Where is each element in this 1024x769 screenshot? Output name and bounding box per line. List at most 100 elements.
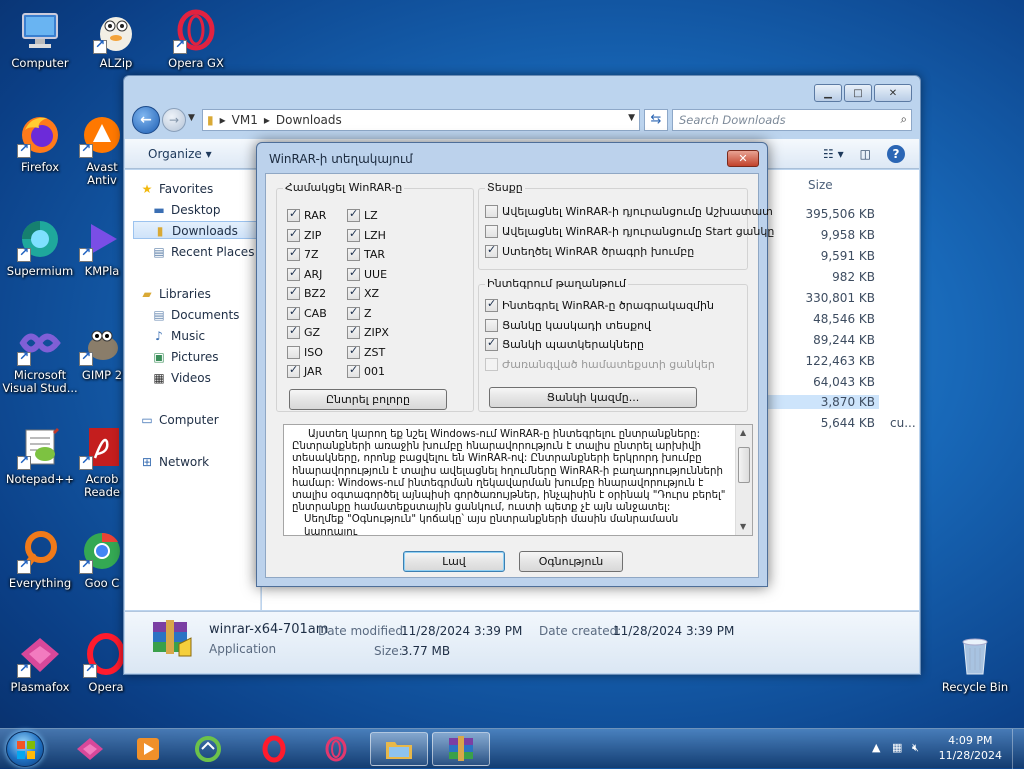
format-checkbox-zipx[interactable]: ZIPX bbox=[347, 324, 389, 339]
format-checkbox-uue[interactable]: UUE bbox=[347, 266, 387, 281]
nav-documents[interactable]: ▤ Documents bbox=[151, 306, 239, 324]
format-checkbox-cab[interactable]: CAB bbox=[287, 305, 327, 320]
taskbar-media-player[interactable] bbox=[120, 732, 176, 766]
nav-music[interactable]: ♪ Music bbox=[151, 327, 205, 345]
nav-recent-places[interactable]: ▤ Recent Places bbox=[151, 243, 254, 261]
format-checkbox-tar[interactable]: TAR bbox=[347, 246, 385, 261]
checkbox-checked-icon[interactable] bbox=[485, 336, 498, 351]
description-text-box[interactable]: Այստեղ կարող եք նշել Windows-ում WinRAR-… bbox=[283, 424, 753, 536]
ok-button[interactable]: Լավ bbox=[403, 551, 505, 572]
interface-option-2[interactable]: Ստեղծել WinRAR ծրագրի խումբը bbox=[485, 243, 694, 258]
desktop-icon-computer[interactable]: Computer bbox=[0, 8, 80, 70]
format-checkbox-7z[interactable]: 7Z bbox=[287, 246, 319, 261]
taskbar-opera-gx[interactable] bbox=[308, 732, 364, 766]
refresh-button[interactable]: ⇆ bbox=[644, 109, 668, 131]
desktop-icon-everything[interactable]: Everything bbox=[0, 528, 80, 590]
checkbox-checked-icon[interactable] bbox=[287, 285, 300, 300]
shell-option-1[interactable]: Ցանկը կասկադի տեսքով bbox=[485, 318, 651, 332]
column-header-size[interactable]: Size bbox=[808, 178, 833, 192]
address-bar[interactable]: ▮ ▸ VM1 ▸ Downloads ▼ bbox=[202, 109, 640, 131]
breadcrumb-vm1[interactable]: VM1 bbox=[232, 113, 258, 127]
desktop-icon-supermium[interactable]: Supermium bbox=[0, 216, 80, 278]
checkbox-checked-icon[interactable] bbox=[347, 266, 360, 281]
checkbox-unchecked-icon[interactable] bbox=[485, 205, 498, 218]
checkbox-unchecked-icon[interactable] bbox=[485, 225, 498, 238]
show-desktop-button[interactable] bbox=[1012, 729, 1024, 769]
nav-videos[interactable]: ▦ Videos bbox=[151, 369, 211, 387]
format-checkbox-lz[interactable]: LZ bbox=[347, 207, 378, 222]
checkbox-checked-icon[interactable] bbox=[287, 363, 300, 378]
interface-option-0[interactable]: Ավելացնել WinRAR-ի դյուրանցումը Աշխատատ bbox=[485, 205, 773, 218]
desktop-icon-opera-gx[interactable]: Opera GX bbox=[156, 8, 236, 70]
desktop-icon-notepadpp[interactable]: Notepad++ bbox=[0, 424, 80, 486]
checkbox-unchecked-icon[interactable] bbox=[287, 345, 300, 359]
shell-option-0[interactable]: Ինտեգրել WinRAR-ը ծրագրակազմին bbox=[485, 297, 714, 312]
forward-button[interactable]: → bbox=[162, 108, 186, 132]
checkbox-checked-icon[interactable] bbox=[347, 285, 360, 300]
preview-pane-icon[interactable]: ◫ bbox=[860, 147, 871, 161]
breadcrumb-downloads[interactable]: Downloads bbox=[276, 113, 342, 127]
format-checkbox-bz2[interactable]: BZ2 bbox=[287, 285, 326, 300]
format-checkbox-zst[interactable]: ZST bbox=[347, 344, 385, 359]
checkbox-checked-icon[interactable] bbox=[287, 246, 300, 261]
change-view-icon[interactable]: ☷ ▾ bbox=[823, 147, 844, 161]
checkbox-checked-icon[interactable] bbox=[287, 324, 300, 339]
maximize-button[interactable]: □ bbox=[844, 84, 872, 102]
format-checkbox-xz[interactable]: XZ bbox=[347, 285, 379, 300]
format-checkbox-gz[interactable]: GZ bbox=[287, 324, 320, 339]
desktop-icon-visual-studio[interactable]: Microsoft Visual Stud... bbox=[0, 320, 80, 395]
taskbar-plasmafox[interactable] bbox=[62, 732, 118, 766]
help-icon[interactable]: ? bbox=[887, 145, 905, 163]
checkbox-checked-icon[interactable] bbox=[287, 227, 300, 242]
nav-desktop[interactable]: ▬ Desktop bbox=[151, 201, 220, 219]
format-checkbox-jar[interactable]: JAR bbox=[287, 363, 322, 378]
scroll-down-icon[interactable]: ▼ bbox=[740, 521, 746, 533]
format-checkbox-001[interactable]: 001 bbox=[347, 363, 385, 378]
taskbar-qbittorrent[interactable] bbox=[180, 732, 236, 766]
interface-option-1[interactable]: Ավելացնել WinRAR-ի դյուրանցումը Start ցա… bbox=[485, 225, 774, 238]
format-checkbox-z[interactable]: Z bbox=[347, 305, 372, 320]
chevron-down-icon[interactable]: ▼ bbox=[628, 113, 635, 123]
desktop-icon-firefox[interactable]: Firefox bbox=[0, 112, 80, 174]
nav-computer[interactable]: ▭ Computer bbox=[139, 411, 218, 429]
taskbar-opera[interactable] bbox=[246, 732, 302, 766]
file-size-selected[interactable]: 3,870 KB bbox=[759, 395, 879, 409]
checkbox-checked-icon[interactable] bbox=[347, 207, 360, 222]
back-button[interactable]: ← bbox=[132, 106, 160, 134]
desktop-icon-recycle-bin[interactable]: Recycle Bin bbox=[935, 632, 1015, 694]
context-menu-items-button[interactable]: Ցանկի կազմը... bbox=[489, 387, 697, 408]
format-checkbox-iso[interactable]: ISO bbox=[287, 345, 323, 359]
scrollbar-thumb[interactable] bbox=[738, 447, 750, 483]
search-input[interactable]: Search Downloads ⌕ bbox=[672, 109, 912, 131]
checkbox-checked-icon[interactable] bbox=[347, 363, 360, 378]
taskbar-winrar-setup[interactable] bbox=[432, 732, 490, 766]
start-button[interactable] bbox=[6, 731, 44, 767]
desktop-icon-alzip[interactable]: ALZip bbox=[76, 8, 156, 70]
checkbox-checked-icon[interactable] bbox=[347, 246, 360, 261]
checkbox-checked-icon[interactable] bbox=[485, 297, 498, 312]
checkbox-checked-icon[interactable] bbox=[347, 344, 360, 359]
close-button[interactable]: ✕ bbox=[874, 84, 912, 102]
checkbox-checked-icon[interactable] bbox=[287, 207, 300, 222]
nav-libraries[interactable]: ▰ Libraries bbox=[139, 285, 210, 303]
checkbox-checked-icon[interactable] bbox=[287, 266, 300, 281]
nav-downloads[interactable]: ▮ Downloads bbox=[133, 221, 261, 239]
checkbox-checked-icon[interactable] bbox=[287, 305, 300, 320]
format-checkbox-arj[interactable]: ARJ bbox=[287, 266, 322, 281]
format-checkbox-zip[interactable]: ZIP bbox=[287, 227, 321, 242]
format-checkbox-rar[interactable]: RAR bbox=[287, 207, 326, 222]
volume-muted-icon[interactable]: 🔇︎ bbox=[912, 741, 919, 755]
nav-favorites[interactable]: ★ Favorites bbox=[139, 180, 214, 198]
help-button[interactable]: Օգնություն bbox=[519, 551, 623, 572]
checkbox-checked-icon[interactable] bbox=[347, 227, 360, 242]
clock[interactable]: 4:09 PM 11/28/2024 bbox=[939, 733, 1002, 763]
shell-option-2[interactable]: Ցանկի պատկերակները bbox=[485, 336, 644, 351]
select-all-button[interactable]: Ընտրել բոլորը bbox=[289, 389, 447, 410]
taskbar-file-explorer[interactable] bbox=[370, 732, 428, 766]
scroll-up-icon[interactable]: ▲ bbox=[740, 427, 746, 439]
description-scrollbar[interactable]: ▲ ▼ bbox=[735, 425, 752, 535]
checkbox-checked-icon[interactable] bbox=[485, 243, 498, 258]
checkbox-checked-icon[interactable] bbox=[347, 305, 360, 320]
show-hidden-icons-icon[interactable]: ▲ bbox=[872, 741, 880, 754]
checkbox-checked-icon[interactable] bbox=[347, 324, 360, 339]
